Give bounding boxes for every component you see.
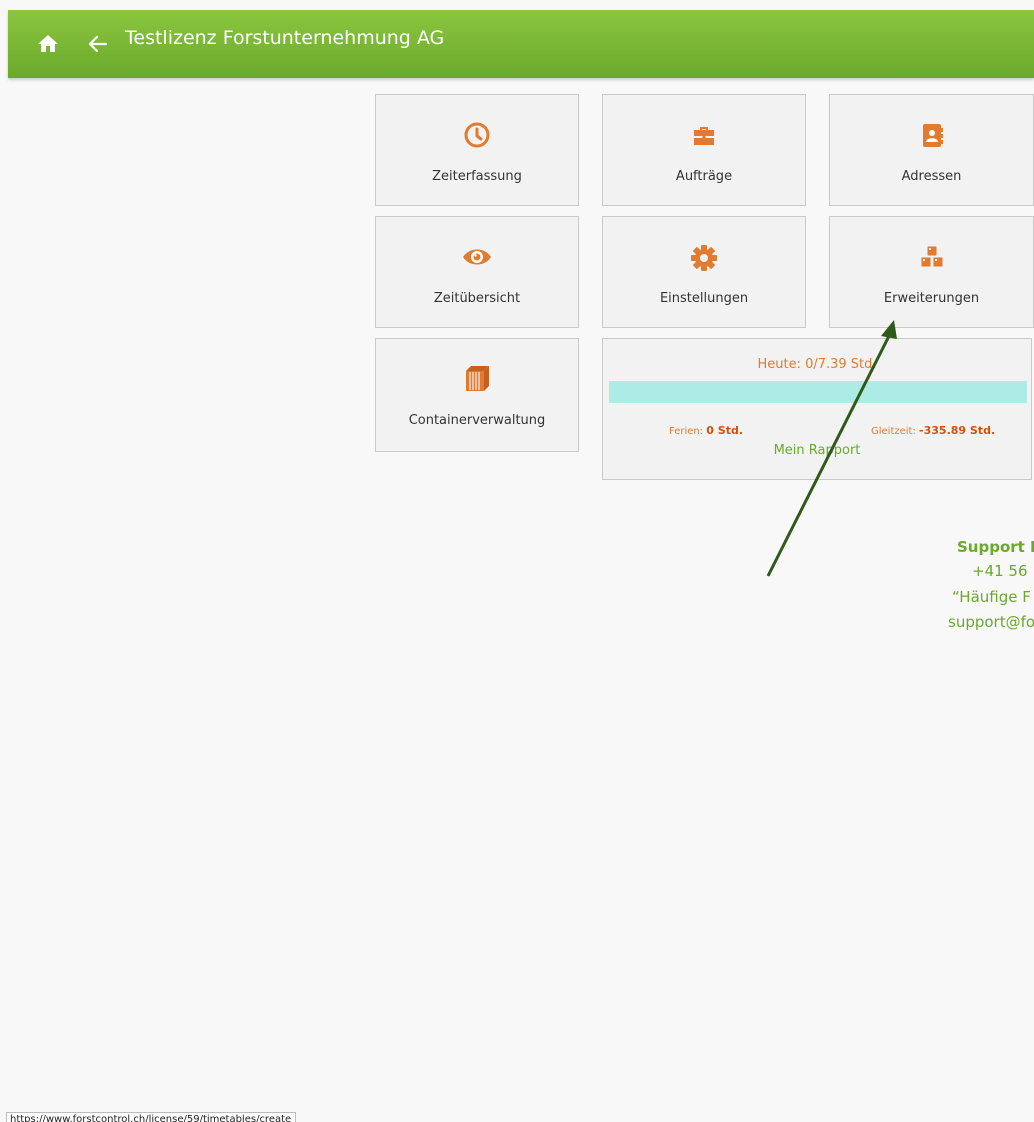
gleitzeit-summary: Gleitzeit: -335.89 Std. (871, 424, 995, 437)
tile-einstellungen[interactable]: Einstellungen (602, 216, 806, 328)
support-faq-link[interactable]: “Häufige F (952, 588, 1031, 606)
hours-summary-card: Heute: 0/7.39 Std. Ferien: 0 Std. Gleitz… (602, 338, 1032, 480)
cubes-icon (916, 243, 948, 275)
ferien-label: Ferien: (669, 426, 704, 437)
page: Testlizenz Forstunternehmung AG Zeiterfa… (0, 0, 1034, 1122)
app-header: Testlizenz Forstunternehmung AG (8, 10, 1034, 78)
tile-auftraege[interactable]: Aufträge (602, 94, 806, 206)
gleitzeit-value: -335.89 Std. (919, 424, 996, 437)
tile-zeituebersicht[interactable]: Zeitübersicht (375, 216, 579, 328)
tile-containerverwaltung[interactable]: Containerverwaltung (375, 338, 579, 452)
hours-progress-bar (609, 381, 1027, 403)
eye-icon (461, 243, 493, 275)
home-icon[interactable] (36, 32, 60, 56)
tile-label: Zeitübersicht (433, 291, 521, 306)
gear-icon (688, 243, 720, 275)
gleitzeit-label: Gleitzeit: (871, 426, 916, 437)
tile-erweiterungen[interactable]: Erweiterungen (829, 216, 1034, 328)
tile-label: Einstellungen (659, 291, 749, 306)
ferien-summary: Ferien: 0 Std. (669, 424, 743, 437)
tile-adressen[interactable]: Adressen (829, 94, 1034, 206)
support-phone[interactable]: +41 56 (972, 562, 1028, 580)
mein-rapport-link[interactable]: Mein Rapport (603, 443, 1031, 458)
address-book-icon (916, 121, 948, 153)
support-title: Support F (957, 538, 1034, 556)
tile-label: Adressen (901, 169, 962, 184)
container-icon (461, 363, 493, 395)
tile-zeiterfassung[interactable]: Zeiterfassung (375, 94, 579, 206)
today-hours: Heute: 0/7.39 Std. (757, 357, 877, 372)
tile-label: Containerverwaltung (408, 413, 546, 428)
ferien-value: 0 Std. (706, 424, 744, 437)
arrow-left-icon[interactable] (84, 30, 112, 58)
clock-icon (461, 121, 493, 153)
support-email-link[interactable]: support@fo (948, 613, 1034, 631)
tile-label: Zeiterfassung (432, 169, 522, 184)
briefcase-icon (688, 121, 720, 153)
tile-label: Aufträge (675, 169, 733, 184)
status-bar-url: https://www.forstcontrol.ch/license/59/t… (6, 1112, 297, 1122)
tile-label: Erweiterungen (883, 291, 980, 306)
app-title: Testlizenz Forstunternehmung AG (125, 27, 445, 49)
